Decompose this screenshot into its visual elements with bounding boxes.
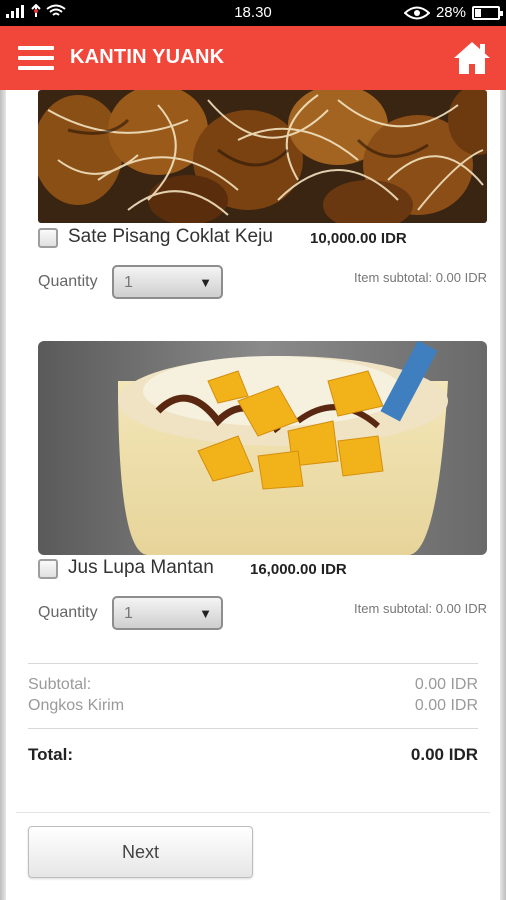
- item-name: Jus Lupa Mantan: [68, 557, 214, 578]
- summary-divider: [28, 663, 478, 664]
- quantity-select-sate-pisang[interactable]: 1 ▼: [112, 265, 223, 299]
- app-bar: KANTIN YUANK: [0, 26, 506, 90]
- total-label: Total:: [28, 745, 74, 764]
- total-value: 0.00 IDR: [410, 745, 478, 764]
- food-image-jus-lupa-mantan: [38, 341, 487, 555]
- status-bar: 18.30 28%: [0, 0, 506, 26]
- right-shadow: [500, 90, 506, 900]
- chevron-down-icon: ▼: [199, 275, 212, 290]
- shipping-label: Ongkos Kirim: [28, 697, 125, 714]
- item-name: Sate Pisang Coklat Keju: [68, 226, 273, 247]
- app-title: KANTIN YUANK: [70, 46, 225, 68]
- shipping-value: 0.00 IDR: [414, 697, 478, 714]
- status-icons-right: 28%: [403, 4, 503, 21]
- eye-icon: [403, 6, 430, 19]
- cart-content[interactable]: Sate Pisang Coklat Keju 10,000.00 IDR Qu…: [0, 90, 506, 900]
- quantity-label: Quantity: [38, 273, 98, 290]
- item-row-sate-pisang: Sate Pisang Coklat Keju 10,000.00 IDR: [38, 226, 487, 250]
- app-screen: 18.30 28% KANTIN YUANK Sate Pisang Cokla…: [0, 0, 506, 900]
- subtotal-value: 0.00 IDR: [414, 676, 478, 693]
- hamburger-menu-icon[interactable]: [18, 46, 54, 72]
- item-subtotal: Item subtotal: 0.00 IDR: [354, 270, 487, 285]
- battery-fill: [475, 8, 482, 17]
- battery-percent: 28%: [435, 4, 466, 21]
- quantity-value: 1: [124, 605, 133, 622]
- quantity-label: Quantity: [38, 604, 98, 621]
- quantity-value: 1: [124, 274, 133, 291]
- item-checkbox-sate-pisang[interactable]: [38, 228, 58, 248]
- item-price: 10,000.00 IDR: [310, 230, 407, 247]
- total-divider: [28, 728, 478, 729]
- footer-divider: [16, 812, 490, 813]
- item-price: 16,000.00 IDR: [250, 561, 347, 578]
- item-subtotal: Item subtotal: 0.00 IDR: [354, 601, 487, 616]
- subtotal-label: Subtotal:: [28, 676, 92, 693]
- home-icon[interactable]: [452, 38, 492, 78]
- item-checkbox-jus-lupa-mantan[interactable]: [38, 559, 58, 579]
- battery-icon: [472, 5, 503, 20]
- item-row-jus-lupa-mantan: Jus Lupa Mantan 16,000.00 IDR: [38, 557, 487, 581]
- food-image-sate-pisang: [38, 90, 487, 223]
- left-shadow: [0, 90, 6, 900]
- quantity-select-jus-lupa-mantan[interactable]: 1 ▼: [112, 596, 223, 630]
- next-button[interactable]: Next: [28, 826, 253, 878]
- chevron-down-icon: ▼: [199, 606, 212, 621]
